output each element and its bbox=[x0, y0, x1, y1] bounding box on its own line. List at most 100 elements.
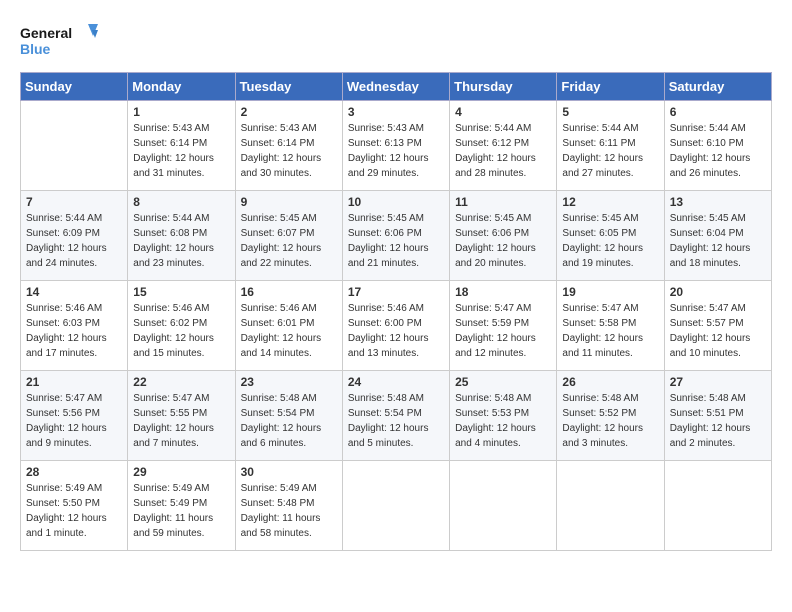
calendar-cell: 27Sunrise: 5:48 AMSunset: 5:51 PMDayligh… bbox=[664, 371, 771, 461]
day-number: 8 bbox=[133, 195, 229, 209]
day-detail: Sunrise: 5:45 AMSunset: 6:04 PMDaylight:… bbox=[670, 211, 766, 271]
calendar-cell: 16 Sunrise: 5:46 AMSunset: 6:01 PMDayligh… bbox=[235, 281, 342, 371]
weekday-header-sunday: Sunday bbox=[21, 73, 128, 101]
day-number: 10 bbox=[348, 195, 444, 209]
weekday-header-saturday: Saturday bbox=[664, 73, 771, 101]
calendar-cell: 8 Sunrise: 5:44 AMSunset: 6:08 PMDaylight… bbox=[128, 191, 235, 281]
calendar-cell: 4 Sunrise: 5:44 AMSunset: 6:12 PMDaylight… bbox=[450, 101, 557, 191]
calendar-cell: 6 Sunrise: 5:44 AMSunset: 6:10 PMDaylight… bbox=[664, 101, 771, 191]
day-number: 9 bbox=[241, 195, 337, 209]
day-number: 17 bbox=[348, 285, 444, 299]
day-number: 4 bbox=[455, 105, 551, 119]
day-number: 18 bbox=[455, 285, 551, 299]
day-detail: Sunrise: 5:47 AMSunset: 5:58 PMDaylight:… bbox=[562, 301, 658, 361]
logo: General Blue bbox=[20, 20, 100, 64]
day-detail: Sunrise: 5:47 AMSunset: 5:57 PMDaylight:… bbox=[670, 301, 766, 361]
day-number: 14 bbox=[26, 285, 122, 299]
day-detail: Sunrise: 5:47 AMSunset: 5:56 PMDaylight:… bbox=[26, 391, 122, 451]
svg-text:Blue: Blue bbox=[20, 41, 51, 57]
day-detail: Sunrise: 5:46 AMSunset: 6:01 PMDaylight:… bbox=[241, 301, 337, 361]
day-detail: Sunrise: 5:44 AMSunset: 6:08 PMDaylight:… bbox=[133, 211, 229, 271]
day-detail: Sunrise: 5:48 AMSunset: 5:52 PMDaylight:… bbox=[562, 391, 658, 451]
day-detail: Sunrise: 5:47 AMSunset: 5:55 PMDaylight:… bbox=[133, 391, 229, 451]
day-detail: Sunrise: 5:48 AMSunset: 5:53 PMDaylight:… bbox=[455, 391, 551, 451]
weekday-header-wednesday: Wednesday bbox=[342, 73, 449, 101]
calendar-cell: 18 Sunrise: 5:47 AMSunset: 5:59 PMDayligh… bbox=[450, 281, 557, 371]
day-number: 15 bbox=[133, 285, 229, 299]
weekday-header-friday: Friday bbox=[557, 73, 664, 101]
day-number: 11 bbox=[455, 195, 551, 209]
calendar-cell: 7 Sunrise: 5:44 AMSunset: 6:09 PMDaylight… bbox=[21, 191, 128, 281]
calendar-cell: 15 Sunrise: 5:46 AMSunset: 6:02 PMDayligh… bbox=[128, 281, 235, 371]
day-detail: Sunrise: 5:46 AMSunset: 6:03 PMDaylight:… bbox=[26, 301, 122, 361]
day-number: 30 bbox=[241, 465, 337, 479]
calendar-cell: 13 Sunrise: 5:45 AMSunset: 6:04 PMDayligh… bbox=[664, 191, 771, 281]
calendar-cell: 19Sunrise: 5:47 AMSunset: 5:58 PMDayligh… bbox=[557, 281, 664, 371]
day-number: 23 bbox=[241, 375, 337, 389]
day-number: 2 bbox=[241, 105, 337, 119]
day-detail: Sunrise: 5:46 AMSunset: 6:02 PMDaylight:… bbox=[133, 301, 229, 361]
day-detail: Sunrise: 5:44 AMSunset: 6:09 PMDaylight:… bbox=[26, 211, 122, 271]
day-number: 29 bbox=[133, 465, 229, 479]
calendar-cell: 25 Sunrise: 5:48 AMSunset: 5:53 PMDayligh… bbox=[450, 371, 557, 461]
calendar-cell bbox=[450, 461, 557, 551]
calendar-cell: 3Sunrise: 5:43 AMSunset: 6:13 PMDaylight… bbox=[342, 101, 449, 191]
calendar-cell bbox=[664, 461, 771, 551]
day-number: 1 bbox=[133, 105, 229, 119]
day-number: 25 bbox=[455, 375, 551, 389]
calendar-cell bbox=[557, 461, 664, 551]
day-number: 7 bbox=[26, 195, 122, 209]
weekday-header-tuesday: Tuesday bbox=[235, 73, 342, 101]
calendar-cell: 29 Sunrise: 5:49 AMSunset: 5:49 PMDayligh… bbox=[128, 461, 235, 551]
day-number: 13 bbox=[670, 195, 766, 209]
calendar-cell: 22 Sunrise: 5:47 AMSunset: 5:55 PMDayligh… bbox=[128, 371, 235, 461]
day-detail: Sunrise: 5:45 AMSunset: 6:05 PMDaylight:… bbox=[562, 211, 658, 271]
calendar-cell: 14 Sunrise: 5:46 AMSunset: 6:03 PMDayligh… bbox=[21, 281, 128, 371]
calendar-cell: 21 Sunrise: 5:47 AMSunset: 5:56 PMDayligh… bbox=[21, 371, 128, 461]
calendar-cell: 9 Sunrise: 5:45 AMSunset: 6:07 PMDaylight… bbox=[235, 191, 342, 281]
day-number: 16 bbox=[241, 285, 337, 299]
calendar-cell: 11 Sunrise: 5:45 AMSunset: 6:06 PMDayligh… bbox=[450, 191, 557, 281]
weekday-header-monday: Monday bbox=[128, 73, 235, 101]
calendar-cell: 24 Sunrise: 5:48 AMSunset: 5:54 PMDayligh… bbox=[342, 371, 449, 461]
calendar-cell: 12 Sunrise: 5:45 AMSunset: 6:05 PMDayligh… bbox=[557, 191, 664, 281]
calendar-cell: 30 Sunrise: 5:49 AMSunset: 5:48 PMDayligh… bbox=[235, 461, 342, 551]
calendar-cell: 26 Sunrise: 5:48 AMSunset: 5:52 PMDayligh… bbox=[557, 371, 664, 461]
calendar-cell: 28 Sunrise: 5:49 AMSunset: 5:50 PMDayligh… bbox=[21, 461, 128, 551]
day-detail: Sunrise: 5:49 AMSunset: 5:50 PMDaylight:… bbox=[26, 481, 122, 541]
day-number: 21 bbox=[26, 375, 122, 389]
day-number: 5 bbox=[562, 105, 658, 119]
calendar-cell: 20 Sunrise: 5:47 AMSunset: 5:57 PMDayligh… bbox=[664, 281, 771, 371]
day-detail: Sunrise: 5:45 AMSunset: 6:06 PMDaylight:… bbox=[348, 211, 444, 271]
day-number: 3 bbox=[348, 105, 444, 119]
day-detail: Sunrise: 5:48 AMSunset: 5:54 PMDaylight:… bbox=[241, 391, 337, 451]
day-detail: Sunrise: 5:45 AMSunset: 6:07 PMDaylight:… bbox=[241, 211, 337, 271]
calendar-cell bbox=[21, 101, 128, 191]
calendar-table: SundayMondayTuesdayWednesdayThursdayFrid… bbox=[20, 72, 772, 551]
calendar-cell: 2 Sunrise: 5:43 AMSunset: 6:14 PMDaylight… bbox=[235, 101, 342, 191]
day-detail: Sunrise: 5:49 AMSunset: 5:48 PMDaylight:… bbox=[241, 481, 337, 541]
svg-text:General: General bbox=[20, 25, 72, 41]
day-detail: Sunrise: 5:46 AMSunset: 6:00 PMDaylight:… bbox=[348, 301, 444, 361]
day-detail: Sunrise: 5:48 AMSunset: 5:54 PMDaylight:… bbox=[348, 391, 444, 451]
day-detail: Sunrise: 5:44 AMSunset: 6:10 PMDaylight:… bbox=[670, 121, 766, 181]
day-detail: Sunrise: 5:49 AMSunset: 5:49 PMDaylight:… bbox=[133, 481, 229, 541]
day-number: 6 bbox=[670, 105, 766, 119]
day-detail: Sunrise: 5:43 AMSunset: 6:14 PMDaylight:… bbox=[241, 121, 337, 181]
day-number: 12 bbox=[562, 195, 658, 209]
day-detail: Sunrise: 5:44 AMSunset: 6:12 PMDaylight:… bbox=[455, 121, 551, 181]
day-number: 24 bbox=[348, 375, 444, 389]
day-detail: Sunrise: 5:44 AMSunset: 6:11 PMDaylight:… bbox=[562, 121, 658, 181]
calendar-cell: 1 Sunrise: 5:43 AMSunset: 6:14 PMDaylight… bbox=[128, 101, 235, 191]
day-number: 27 bbox=[670, 375, 766, 389]
calendar-cell: 5 Sunrise: 5:44 AMSunset: 6:11 PMDaylight… bbox=[557, 101, 664, 191]
calendar-cell bbox=[342, 461, 449, 551]
day-number: 20 bbox=[670, 285, 766, 299]
day-detail: Sunrise: 5:45 AMSunset: 6:06 PMDaylight:… bbox=[455, 211, 551, 271]
day-detail: Sunrise: 5:47 AMSunset: 5:59 PMDaylight:… bbox=[455, 301, 551, 361]
day-number: 28 bbox=[26, 465, 122, 479]
calendar-cell: 17 Sunrise: 5:46 AMSunset: 6:00 PMDayligh… bbox=[342, 281, 449, 371]
day-number: 22 bbox=[133, 375, 229, 389]
day-detail: Sunrise: 5:43 AMSunset: 6:14 PMDaylight:… bbox=[133, 121, 229, 181]
day-number: 26 bbox=[562, 375, 658, 389]
